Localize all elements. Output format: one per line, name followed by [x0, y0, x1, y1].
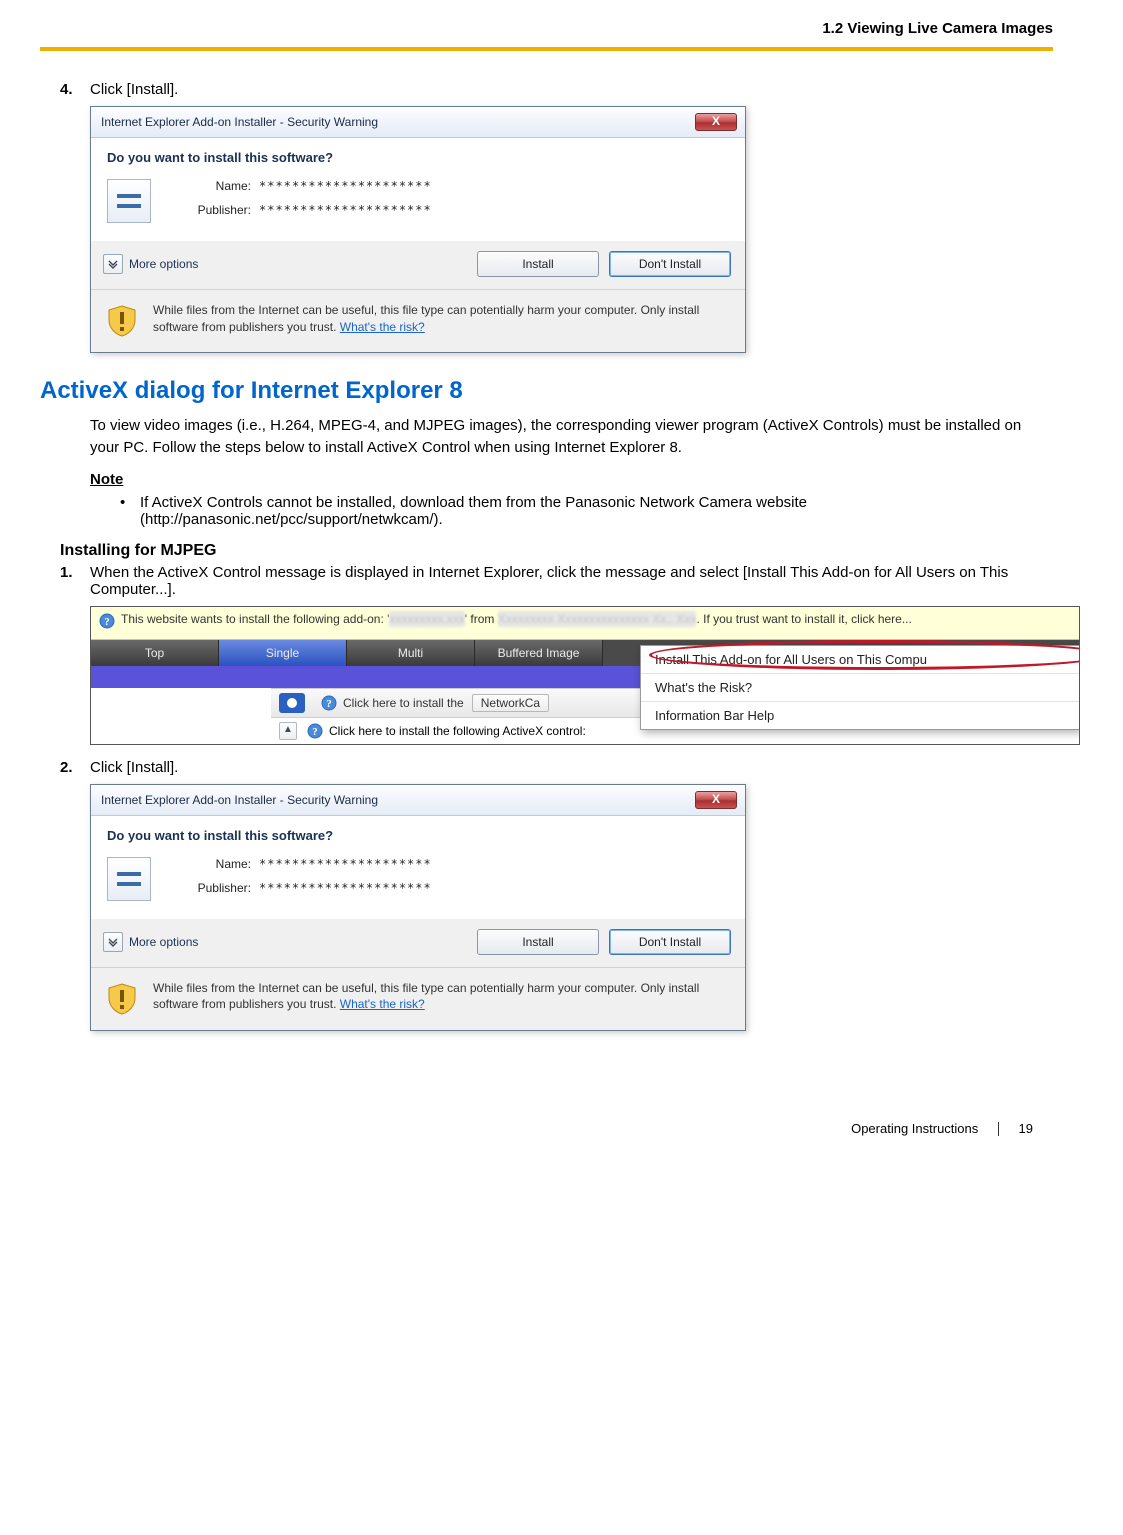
security-warning-dialog: Internet Explorer Add-on Installer - Sec…	[90, 106, 746, 353]
footer-divider	[998, 1122, 999, 1136]
subheading-mjpeg: Installing for MJPEG	[60, 542, 1053, 560]
info-icon: ?	[99, 613, 115, 629]
tab-single[interactable]: Single	[219, 640, 347, 666]
security-warning-dialog: Internet Explorer Add-on Installer - Sec…	[90, 784, 746, 1031]
tab-top[interactable]: Top	[91, 640, 219, 666]
install-hint-1: Click here to install the	[343, 696, 464, 710]
note-label: Note	[90, 471, 1053, 488]
shield-warning-icon	[105, 304, 139, 338]
install-hint-2: Click here to install the following Acti…	[329, 724, 586, 738]
ctx-install-addon[interactable]: Install This Add-on for All Users on Thi…	[641, 646, 1079, 674]
info-icon: ?	[321, 695, 337, 711]
section-header: 1.2 Viewing Live Camera Images	[822, 20, 1053, 37]
svg-text:?: ?	[104, 616, 110, 628]
step-text: Click [Install].	[90, 759, 1053, 776]
name-value: *********************	[259, 857, 432, 871]
warning-text: While files from the Internet can be use…	[153, 980, 731, 1016]
step-text: Click [Install].	[90, 81, 1053, 98]
whats-the-risk-link[interactable]: What's the risk?	[340, 320, 425, 334]
name-value: *********************	[259, 179, 432, 193]
more-options-toggle[interactable]	[103, 254, 123, 274]
intro-paragraph: To view video images (i.e., H.264, MPEG-…	[90, 415, 1033, 459]
ctx-info-bar-help[interactable]: Information Bar Help	[641, 702, 1079, 729]
camera-icon	[279, 693, 305, 713]
name-label: Name:	[173, 857, 251, 871]
redacted-addon-name: xxxxxxxxx.xxx	[389, 611, 464, 628]
dialog-question: Do you want to install this software?	[107, 150, 729, 165]
close-button[interactable]: X	[695, 791, 737, 809]
chevron-down-icon	[107, 258, 119, 270]
heading-activex-ie8: ActiveX dialog for Internet Explorer 8	[40, 377, 1053, 405]
ie8-screenshot: ? This website wants to install the foll…	[90, 606, 1080, 745]
step-number: 1.	[60, 564, 90, 598]
name-label: Name:	[173, 179, 251, 193]
dialog-title: Internet Explorer Add-on Installer - Sec…	[101, 115, 695, 129]
warning-text: While files from the Internet can be use…	[153, 302, 731, 338]
redacted-publisher: Xxxxxxxxx Xxxxxxxxxxxxxxx Xx., Xxx	[498, 611, 697, 628]
install-button[interactable]: Install	[477, 251, 599, 277]
collapse-up-button[interactable]: ▲	[279, 722, 297, 740]
tab-buffered-image[interactable]: Buffered Image	[475, 640, 603, 666]
chevron-down-icon	[107, 936, 119, 948]
networkca-pill: NetworkCa	[472, 694, 549, 712]
publisher-value: *********************	[259, 203, 432, 217]
more-options-label: More options	[129, 935, 198, 949]
shield-warning-icon	[105, 982, 139, 1016]
whats-the-risk-link[interactable]: What's the risk?	[340, 997, 425, 1011]
info-icon: ?	[307, 723, 323, 739]
step-number: 2.	[60, 759, 90, 776]
publisher-value: *********************	[259, 881, 432, 895]
ie8-information-bar[interactable]: ? This website wants to install the foll…	[91, 607, 1079, 640]
header-rule	[40, 47, 1053, 51]
dont-install-button[interactable]: Don't Install	[609, 251, 731, 277]
step-text: When the ActiveX Control message is disp…	[90, 564, 1053, 598]
svg-text:?: ?	[312, 726, 318, 738]
note-text: If ActiveX Controls cannot be installed,…	[140, 494, 1033, 528]
more-options-toggle[interactable]	[103, 932, 123, 952]
footer-label: Operating Instructions	[851, 1121, 978, 1136]
close-button[interactable]: X	[695, 113, 737, 131]
dialog-question: Do you want to install this software?	[107, 828, 729, 843]
bullet: •	[120, 494, 140, 528]
dont-install-button[interactable]: Don't Install	[609, 929, 731, 955]
step-number: 4.	[60, 81, 90, 98]
tab-multi[interactable]: Multi	[347, 640, 475, 666]
context-menu: Install This Add-on for All Users on Thi…	[640, 645, 1080, 730]
svg-text:?: ?	[326, 698, 332, 710]
page-number: 19	[1019, 1121, 1033, 1136]
publisher-label: Publisher:	[173, 203, 251, 217]
install-button[interactable]: Install	[477, 929, 599, 955]
software-icon	[107, 857, 151, 901]
software-icon	[107, 179, 151, 223]
dialog-title: Internet Explorer Add-on Installer - Sec…	[101, 793, 695, 807]
ctx-whats-the-risk[interactable]: What's the Risk?	[641, 674, 1079, 702]
publisher-label: Publisher:	[173, 881, 251, 895]
more-options-label: More options	[129, 257, 198, 271]
